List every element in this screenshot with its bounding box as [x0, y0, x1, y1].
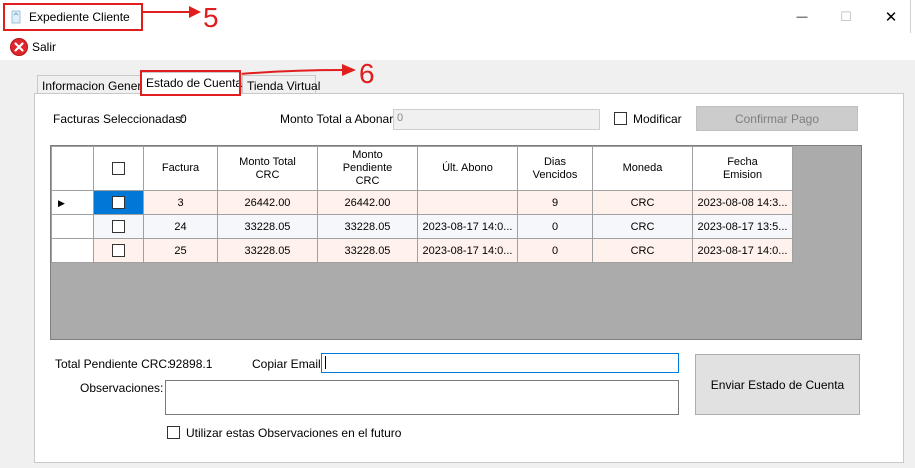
cell-factura[interactable]: 25 [143, 238, 218, 263]
tab-label: Informacion General [42, 79, 151, 93]
cell-monto-pendiente[interactable]: 26442.00 [317, 190, 418, 215]
invoices-table: Factura Monto Total CRC Monto Pendiente … [51, 146, 793, 263]
selected-invoices-label: Facturas Seleccionadas: [53, 112, 185, 126]
row-checkbox[interactable] [112, 244, 125, 257]
modify-checkbox[interactable] [614, 112, 627, 125]
close-icon: ✕ [884, 9, 898, 26]
cell-factura[interactable]: 24 [143, 214, 218, 239]
row-select-cell[interactable] [93, 190, 144, 215]
minimize-icon: — [796, 11, 808, 23]
toolbar [0, 34, 915, 60]
row-header-corner [51, 146, 94, 191]
header-dias-vencidos[interactable]: Dias Vencidos [517, 146, 593, 191]
exit-button[interactable]: Salir [10, 38, 56, 56]
maximize-button[interactable]: ☐ [836, 7, 856, 27]
row-header[interactable] [51, 238, 94, 263]
selected-invoices-value: 0 [180, 112, 187, 126]
future-observations-checkbox[interactable] [167, 426, 180, 439]
grid-header-row: Factura Monto Total CRC Monto Pendiente … [51, 146, 793, 191]
cell-ultimo-abono[interactable]: 2023-08-17 14:0... [417, 238, 518, 263]
row-header[interactable]: ▶ [51, 190, 94, 215]
cell-moneda[interactable]: CRC [592, 214, 693, 239]
close-circle-icon [10, 38, 28, 56]
annotation-number-6: 6 [359, 58, 375, 89]
pending-total-label: Total Pendiente CRC: [55, 357, 171, 371]
cell-ultimo-abono[interactable]: 2023-08-17 14:0... [417, 214, 518, 239]
exit-label: Salir [32, 40, 57, 54]
header-ultimo-abono[interactable]: Últ. Abono [417, 146, 518, 191]
cell-monto-total[interactable]: 33228.05 [217, 238, 318, 263]
cell-fecha-emision[interactable]: 2023-08-08 14:3... [692, 190, 793, 215]
close-button[interactable]: ✕ [881, 7, 901, 27]
future-observations-label: Utilizar estas Observaciones en el futur… [186, 426, 402, 440]
cell-dias-vencidos[interactable]: 0 [517, 214, 593, 239]
header-select-all[interactable] [93, 146, 144, 191]
observations-label: Observaciones: [80, 381, 164, 395]
window-edge [910, 0, 915, 33]
send-statement-label: Enviar Estado de Cuenta [710, 377, 845, 392]
table-row[interactable]: 25 33228.05 33228.05 2023-08-17 14:0... … [51, 238, 793, 263]
header-monto-pendiente[interactable]: Monto Pendiente CRC [317, 146, 418, 191]
total-pay-label: Monto Total a Abonar: [280, 112, 397, 126]
header-fecha-emision[interactable]: Fecha Emision [692, 146, 793, 191]
pending-total-value: 92898.1 [169, 357, 213, 371]
invoices-grid[interactable]: Factura Monto Total CRC Monto Pendiente … [50, 145, 862, 340]
cell-monto-pendiente[interactable]: 33228.05 [317, 238, 418, 263]
current-row-icon: ▶ [58, 197, 65, 208]
email-label: Copiar Email: [252, 357, 325, 371]
cell-dias-vencidos[interactable]: 0 [517, 238, 593, 263]
tab-arrow [240, 64, 356, 76]
row-checkbox[interactable] [112, 196, 125, 209]
cell-dias-vencidos[interactable]: 9 [517, 190, 593, 215]
minimize-button[interactable]: — [792, 7, 812, 27]
header-moneda[interactable]: Moneda [592, 146, 693, 191]
send-statement-button[interactable]: Enviar Estado de Cuenta [695, 354, 860, 415]
confirm-payment-button[interactable]: Confirmar Pago [696, 106, 858, 131]
cell-moneda[interactable]: CRC [592, 190, 693, 215]
email-field[interactable] [321, 353, 679, 373]
header-monto-total[interactable]: Monto Total CRC [217, 146, 318, 191]
header-factura[interactable]: Factura [143, 146, 218, 191]
cell-fecha-emision[interactable]: 2023-08-17 14:0... [692, 238, 793, 263]
title-arrow [143, 6, 201, 18]
cell-fecha-emision[interactable]: 2023-08-17 13:5... [692, 214, 793, 239]
confirm-payment-label: Confirmar Pago [734, 111, 820, 126]
cell-monto-total[interactable]: 33228.05 [217, 214, 318, 239]
tab-highlight-box [140, 70, 241, 96]
tab-informacion-general[interactable]: Informacion General [37, 75, 151, 94]
cell-monto-pendiente[interactable]: 33228.05 [317, 214, 418, 239]
cell-factura[interactable]: 3 [143, 190, 218, 215]
total-pay-field[interactable]: 0 [393, 109, 600, 130]
select-all-checkbox[interactable] [112, 161, 125, 175]
row-select-cell[interactable] [93, 238, 144, 263]
title-highlight-box [3, 3, 143, 31]
cell-monto-total[interactable]: 26442.00 [217, 190, 318, 215]
maximize-icon: ☐ [840, 9, 852, 24]
row-checkbox[interactable] [112, 220, 125, 233]
table-row[interactable]: 24 33228.05 33228.05 2023-08-17 14:0... … [51, 214, 793, 239]
cell-moneda[interactable]: CRC [592, 238, 693, 263]
table-row[interactable]: ▶ 3 26442.00 26442.00 9 CRC 2023-08-08 1… [51, 190, 793, 215]
text-cursor [325, 356, 326, 369]
cell-ultimo-abono[interactable] [417, 190, 518, 215]
row-select-cell[interactable] [93, 214, 144, 239]
modify-label: Modificar [633, 112, 682, 126]
observations-textarea[interactable] [165, 380, 679, 415]
tab-label: Tienda Virtual [247, 79, 321, 93]
annotation-number-5: 5 [203, 2, 219, 33]
row-header[interactable] [51, 214, 94, 239]
